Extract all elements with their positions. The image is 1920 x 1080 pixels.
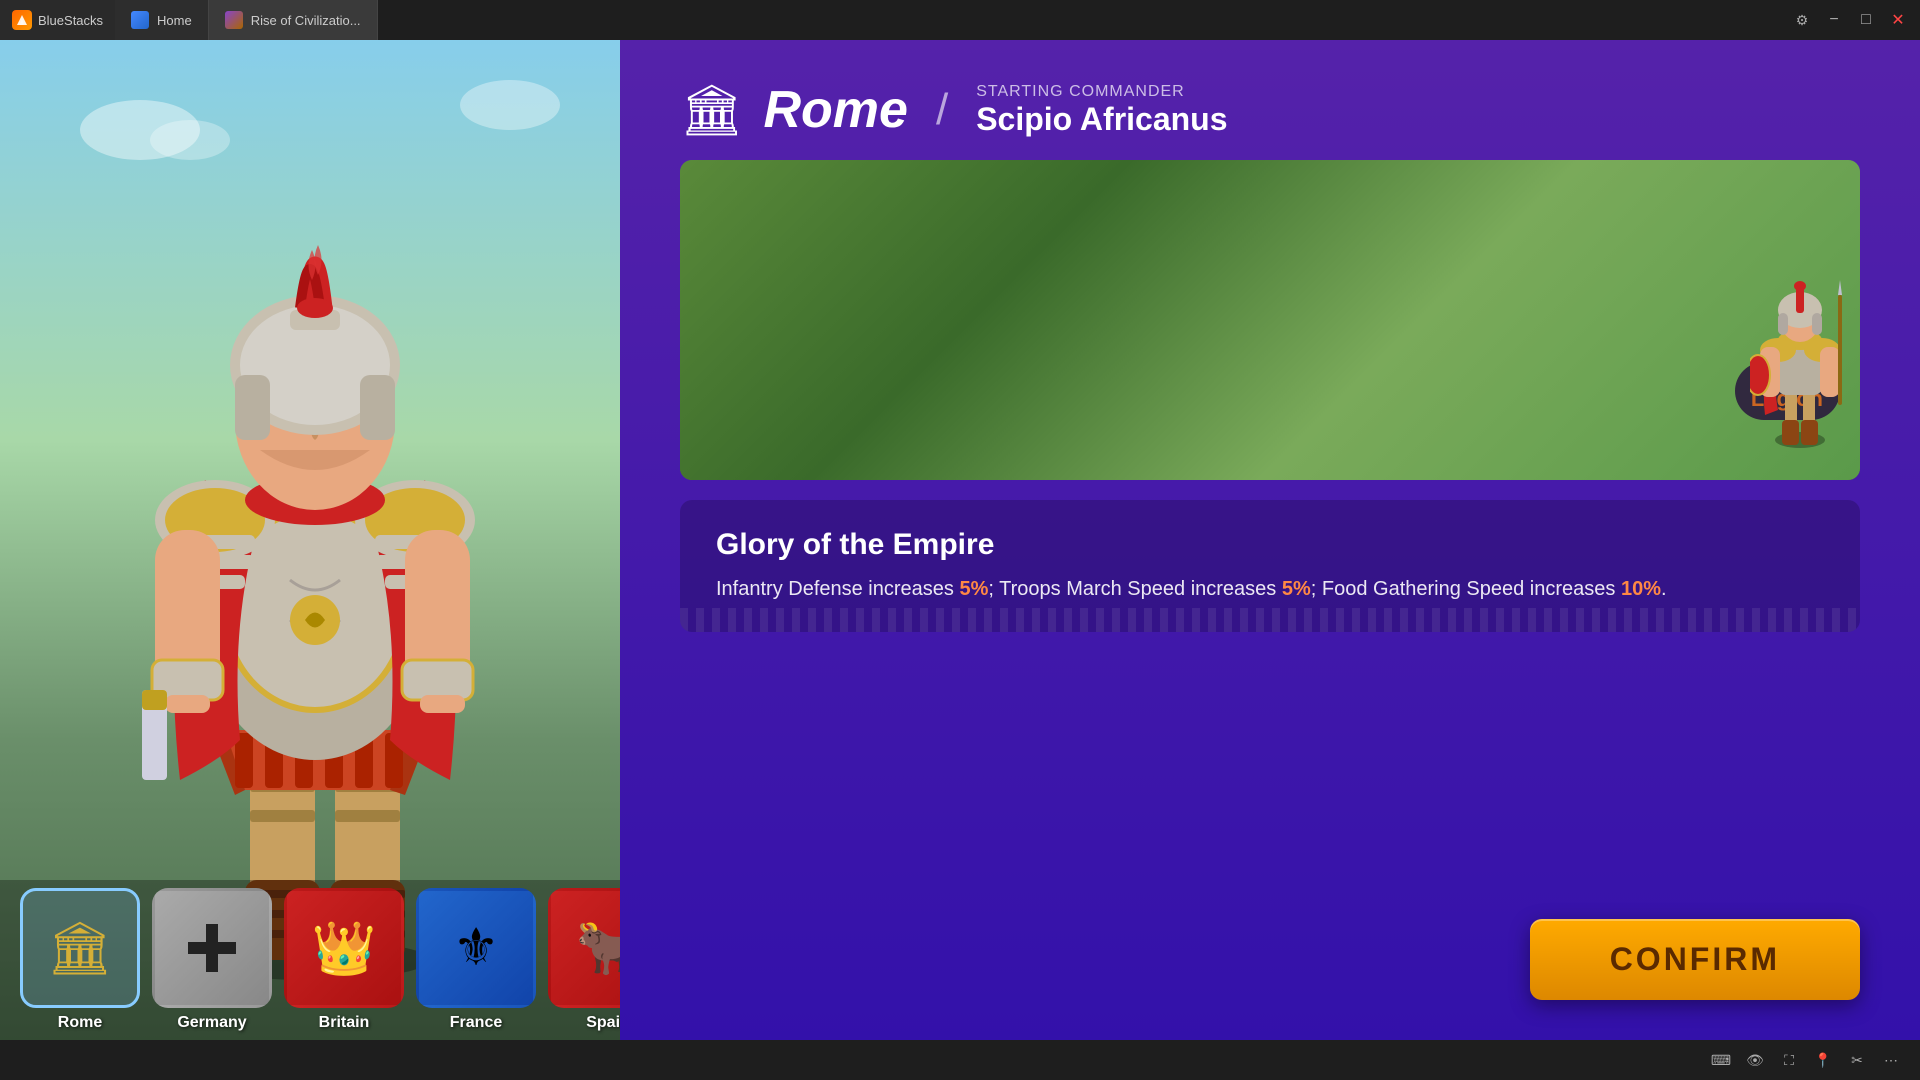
civ-item-spain[interactable]: 🐂 Spain (548, 888, 620, 1032)
minimize-button[interactable]: − (1820, 6, 1848, 34)
maximize-button[interactable]: □ (1852, 6, 1880, 34)
bluestacks-label: BlueStacks (38, 13, 103, 28)
france-civ-name: France (450, 1014, 502, 1032)
bottom-taskbar: ⌨ 👁 ⛶ 📍 ✂ ⋯ (0, 1040, 1920, 1080)
germany-civ-name: Germany (177, 1014, 246, 1032)
confirm-button[interactable]: CONFIRM (1530, 919, 1860, 1000)
rome-laurel-icon: 🏛 (680, 81, 743, 140)
germany-cross-icon (182, 918, 242, 978)
civ-item-britain[interactable]: 👑 Britain (284, 888, 404, 1032)
header-divider: / (936, 85, 948, 135)
eye-icon[interactable]: 👁 (1742, 1047, 1768, 1073)
cloud-2 (150, 120, 230, 160)
greek-pattern (680, 608, 1860, 632)
ability-text-end: . (1661, 578, 1667, 600)
civilization-name: Rome (763, 80, 907, 140)
bluestacks-logo[interactable]: BlueStacks (0, 0, 115, 40)
ability-description: Infantry Defense increases 5%; Troops Ma… (716, 574, 1824, 604)
civ-item-rome[interactable]: 🏛 Rome (20, 888, 140, 1032)
ability-highlight-3: 10% (1621, 578, 1661, 600)
commander-block: STARTING COMMANDER Scipio Africanus (976, 83, 1227, 138)
city-bg (680, 160, 1860, 480)
city-image: Unique Unit Legion (680, 160, 1860, 480)
bs-icon (12, 10, 32, 30)
left-panel: 🏛 Rome Germany 👑 Britain ⚜ (0, 40, 620, 1040)
window-controls: ⚙ − □ ✕ (1788, 6, 1920, 34)
ability-text-2: ; Troops March Speed increases (988, 578, 1281, 600)
starting-commander-label: STARTING COMMANDER (976, 83, 1227, 101)
civ-badge-france: ⚜ (416, 888, 536, 1008)
spain-civ-name: Spain (586, 1014, 620, 1032)
tab-home[interactable]: Home (115, 0, 209, 40)
rome-civ-icon: 🏛 (47, 918, 113, 979)
civ-item-france[interactable]: ⚜ France (416, 888, 536, 1032)
spain-civ-icon: 🐂 (576, 918, 620, 979)
tab-game[interactable]: Rise of Civilizatio... (209, 0, 378, 40)
home-tab-label: Home (157, 13, 192, 28)
civ-item-germany[interactable]: Germany (152, 888, 272, 1032)
cloud-3 (460, 80, 560, 130)
civilization-selector: 🏛 Rome Germany 👑 Britain ⚜ (0, 880, 620, 1040)
scissors-icon[interactable]: ✂ (1844, 1047, 1870, 1073)
character-soldier (60, 200, 560, 980)
game-container: 🏛 Rome Germany 👑 Britain ⚜ (0, 40, 1920, 1040)
france-civ-icon: ⚜ (453, 918, 500, 978)
right-panel: 🏛 Rome / STARTING COMMANDER Scipio Afric… (620, 40, 1920, 1040)
civ-badge-rome: 🏛 (20, 888, 140, 1008)
unit-figure (1750, 275, 1850, 460)
home-tab-icon (131, 11, 149, 29)
rome-civ-name: Rome (58, 1014, 102, 1032)
commander-name: Scipio Africanus (976, 101, 1227, 138)
ability-title: Glory of the Empire (716, 528, 1824, 562)
location-icon[interactable]: 📍 (1810, 1047, 1836, 1073)
britain-civ-icon: 👑 (312, 918, 377, 979)
keyboard-icon[interactable]: ⌨ (1708, 1047, 1734, 1073)
game-tab-label: Rise of Civilizatio... (251, 13, 361, 28)
civ-badge-spain: 🐂 (548, 888, 620, 1008)
britain-civ-name: Britain (319, 1014, 370, 1032)
more-icon[interactable]: ⋯ (1878, 1047, 1904, 1073)
close-button[interactable]: ✕ (1884, 6, 1912, 34)
civilization-header: 🏛 Rome / STARTING COMMANDER Scipio Afric… (680, 80, 1860, 140)
ability-highlight-2: 5% (1282, 578, 1311, 600)
ability-section: Glory of the Empire Infantry Defense inc… (680, 500, 1860, 632)
confirm-section: CONFIRM (680, 899, 1860, 1000)
game-tab-icon (225, 11, 243, 29)
ability-text-1: Infantry Defense increases (716, 578, 959, 600)
ability-text-3: ; Food Gathering Speed increases (1311, 578, 1621, 600)
window-taskbar: BlueStacks Home Rise of Civilizatio... ⚙… (0, 0, 1920, 40)
civ-badge-britain: 👑 (284, 888, 404, 1008)
fullscreen-icon[interactable]: ⛶ (1776, 1047, 1802, 1073)
civ-badge-germany (152, 888, 272, 1008)
settings-icon[interactable]: ⚙ (1788, 6, 1816, 34)
ability-highlight-1: 5% (959, 578, 988, 600)
